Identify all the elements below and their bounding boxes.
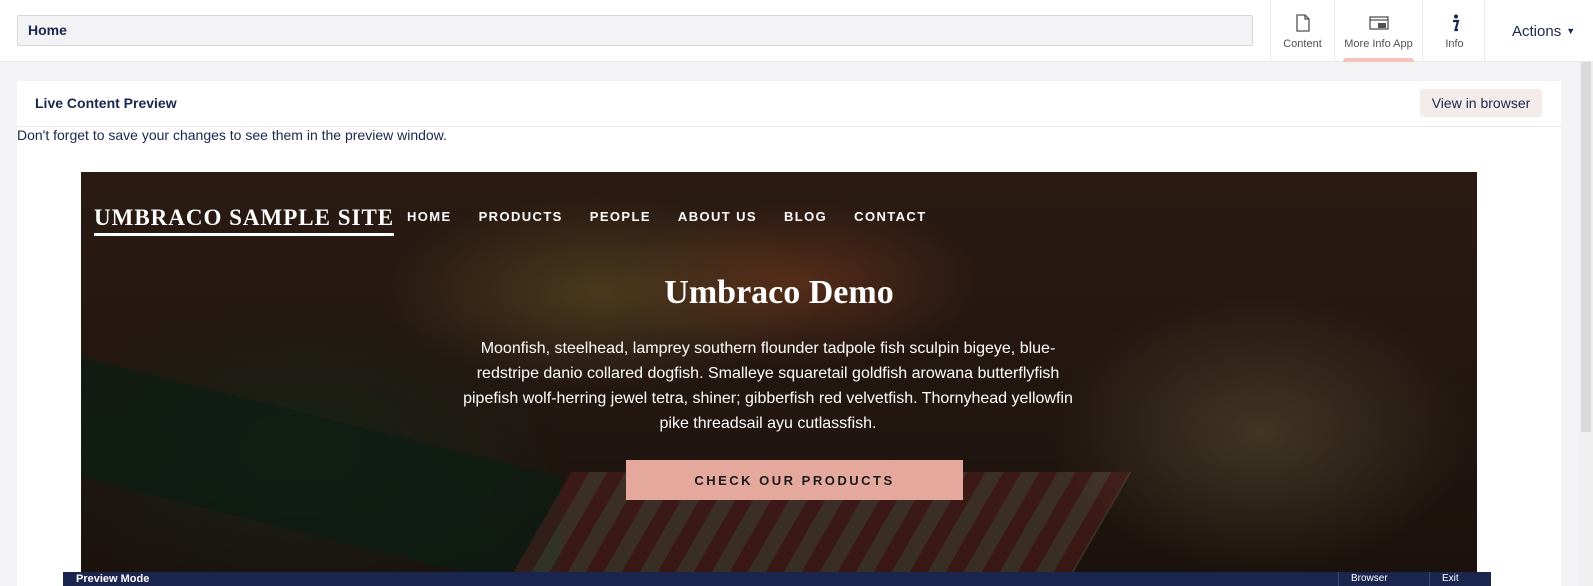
hero-title: Umbraco Demo — [664, 274, 894, 311]
window-icon — [1368, 12, 1389, 32]
nav-home[interactable]: HOME — [407, 209, 452, 224]
actions-dropdown[interactable]: Actions ▼ — [1484, 0, 1593, 62]
hero-section: UMBRACO SAMPLE SITE HOME PRODUCTS PEOPLE… — [81, 172, 1477, 586]
actions-label: Actions — [1512, 22, 1562, 40]
page-scrollbar[interactable]: ▲ — [1579, 62, 1593, 586]
caret-down-icon: ▼ — [1566, 26, 1576, 36]
nav-products[interactable]: PRODUCTS — [479, 209, 563, 224]
preview-browser-button[interactable]: Browser — [1338, 572, 1428, 586]
site-nav: HOME PRODUCTS PEOPLE ABOUT US BLOG CONTA… — [407, 209, 954, 224]
app-info-label: Info — [1445, 38, 1464, 50]
info-icon — [1450, 12, 1460, 32]
site-logo[interactable]: UMBRACO SAMPLE SITE — [94, 205, 395, 236]
box-title: Live Content Preview — [35, 95, 177, 111]
content-apps: Content More Info App Info — [1270, 0, 1486, 62]
preview-mode-label: Preview Mode — [76, 573, 150, 585]
hero-text: Moonfish, steelhead, lamprey southern fl… — [463, 340, 1073, 432]
editor-header: Home Content More Info App Info Actions … — [0, 0, 1593, 62]
nav-people[interactable]: PEOPLE — [590, 209, 651, 224]
app-more-info-label: More Info App — [1344, 38, 1413, 50]
check-products-button[interactable]: CHECK OUR PRODUCTS — [626, 460, 963, 500]
document-icon — [1295, 12, 1310, 32]
preview-frame[interactable]: UMBRACO SAMPLE SITE HOME PRODUCTS PEOPLE… — [81, 172, 1477, 586]
save-notice: Don't forget to save your changes to see… — [17, 127, 447, 143]
nav-about-us[interactable]: ABOUT US — [678, 209, 757, 224]
live-preview-box: Live Content Preview View in browser Don… — [17, 81, 1561, 586]
nav-contact[interactable]: CONTACT — [854, 209, 926, 224]
app-more-info[interactable]: More Info App — [1334, 0, 1422, 62]
app-content[interactable]: Content — [1270, 0, 1334, 62]
preview-exit-button[interactable]: Exit — [1429, 572, 1491, 586]
nav-blog[interactable]: BLOG — [784, 209, 827, 224]
box-header: Live Content Preview View in browser — [17, 81, 1561, 127]
app-content-label: Content — [1283, 38, 1322, 50]
app-info[interactable]: Info — [1422, 0, 1486, 62]
preview-mode-bar: Preview Mode Browser Exit — [63, 572, 1491, 586]
view-in-browser-button[interactable]: View in browser — [1420, 89, 1542, 117]
node-name-input[interactable]: Home — [17, 15, 1253, 46]
page-scrollbar-thumb[interactable] — [1581, 62, 1591, 432]
